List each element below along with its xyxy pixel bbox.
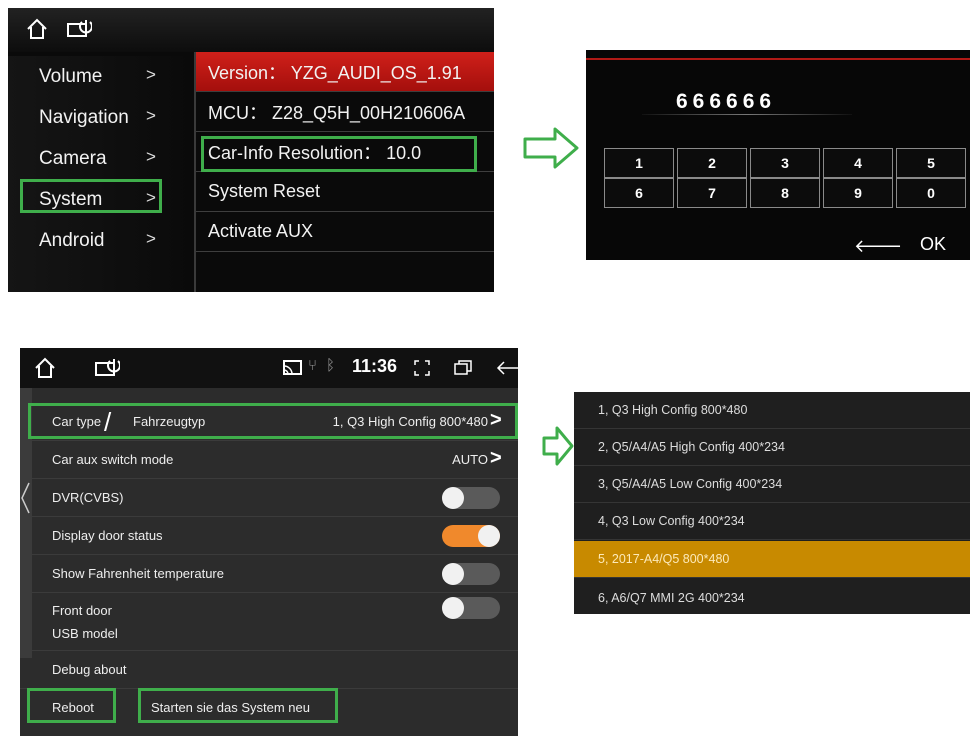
home-icon[interactable]	[25, 17, 49, 41]
header-line	[586, 58, 970, 60]
car-type-option[interactable]: 1, Q3 High Config 800*480	[574, 392, 970, 429]
key-6[interactable]: 6	[604, 178, 674, 208]
key-5[interactable]: 5	[896, 148, 966, 178]
setting-label: Front door	[52, 603, 112, 618]
fahrenheit-toggle[interactable]	[442, 563, 500, 585]
ok-button[interactable]: OK	[920, 234, 946, 255]
version-row: Version： YZG_AUDI_OS_1.91	[196, 52, 494, 92]
door-status-toggle[interactable]	[442, 525, 500, 547]
menu-item-label: Camera	[39, 147, 107, 169]
system-reset-row[interactable]: System Reset	[196, 172, 494, 212]
activate-aux-row[interactable]: Activate AUX	[196, 212, 494, 252]
pin-display: 666666	[676, 90, 777, 113]
cast-icon	[283, 360, 302, 375]
setting-label: Show Fahrenheit temperature	[52, 566, 224, 581]
menu-item-android[interactable]: Android >	[8, 220, 194, 261]
chevron-right-icon: >	[146, 229, 156, 248]
menu-item-volume[interactable]: Volume >	[8, 56, 194, 97]
key-4[interactable]: 4	[823, 148, 893, 178]
menu-item-label: Navigation	[39, 106, 129, 128]
setting-label: Display door status	[52, 528, 163, 543]
menu-item-label: Android	[39, 229, 105, 251]
menu-item-camera[interactable]: Camera >	[8, 138, 194, 179]
chevron-right-icon: >	[146, 106, 156, 125]
key-3[interactable]: 3	[750, 148, 820, 178]
car-type-option[interactable]: 4, Q3 Low Config 400*234	[574, 503, 970, 540]
clock: 11:36	[352, 356, 398, 376]
setting-car-aux-switch[interactable]: Car aux switch mode AUTO >	[20, 441, 518, 479]
setting-fahrenheit: Show Fahrenheit temperature	[20, 555, 518, 593]
screen-power-icon[interactable]	[94, 357, 120, 379]
setting-door-status: Display door status	[20, 517, 518, 555]
car-type-option[interactable]: 3, Q5/A4/A5 Low Config 400*234	[574, 466, 970, 503]
setting-label: Car aux switch mode	[52, 452, 174, 467]
recent-apps-icon[interactable]	[454, 360, 472, 376]
dvr-toggle[interactable]	[442, 487, 500, 509]
front-door-toggle[interactable]	[442, 597, 500, 619]
key-8[interactable]: 8	[750, 178, 820, 208]
key-9[interactable]: 9	[823, 178, 893, 208]
key-0[interactable]: 0	[896, 178, 966, 208]
pin-underline	[642, 114, 852, 115]
setting-value: AUTO	[452, 452, 488, 467]
mcu-text: MCU： Z28_Q5H_00H210606A	[208, 102, 466, 123]
highlight-car-type	[28, 403, 518, 439]
setting-debug-about[interactable]: Debug about	[20, 651, 518, 689]
car-type-option[interactable]: 2, Q5/A4/A5 High Config 400*234	[574, 429, 970, 466]
car-type-option-selected[interactable]: 5, 2017-A4/Q5 800*480	[574, 541, 970, 578]
setting-front-door: Front door USB model	[20, 593, 518, 651]
key-1[interactable]: 1	[604, 148, 674, 178]
setting-label: DVR(CVBS)	[52, 490, 124, 505]
mcu-row: MCU： Z28_Q5H_00H210606A	[196, 92, 494, 132]
backspace-button[interactable]: 🡐	[854, 236, 902, 257]
system-menu-screen: Volume > Navigation > Camera > System > …	[8, 8, 494, 292]
car-settings-screen: ⑂ ᛒ 11:36 Car type / Fahrzeugtyp 1, Q3 H…	[20, 348, 518, 736]
version-text: Version： YZG_AUDI_OS_1.91	[208, 62, 462, 83]
chevron-right-icon: >	[490, 447, 502, 469]
key-2[interactable]: 2	[677, 148, 747, 178]
arrow-right-icon	[542, 426, 574, 466]
highlight-car-info-resolution	[201, 136, 477, 172]
menu-item-label: Volume	[39, 65, 103, 87]
password-keypad-screen: 666666 1 2 3 4 5 6 7 8 9 0 🡐 OK	[586, 50, 970, 260]
home-icon[interactable]	[33, 356, 57, 380]
menu-item-navigation[interactable]: Navigation >	[8, 97, 194, 138]
setting-label-usb-model: USB model	[52, 626, 118, 641]
highlight-reboot-note	[138, 688, 338, 723]
system-menu-list: Volume > Navigation > Camera > System > …	[8, 56, 194, 292]
chevron-right-icon: >	[146, 65, 156, 84]
screenshot-icon[interactable]	[414, 360, 430, 376]
highlight-reboot	[27, 688, 116, 723]
back-icon[interactable]	[496, 360, 518, 376]
car-type-list: 1, Q3 High Config 800*480 2, Q5/A4/A5 Hi…	[574, 392, 970, 614]
system-reset-text: System Reset	[208, 181, 321, 201]
car-type-option[interactable]: 6, A6/Q7 MMI 2G 400*234	[574, 580, 970, 614]
screen-power-icon[interactable]	[66, 18, 92, 40]
setting-dvr: DVR(CVBS)	[20, 479, 518, 517]
chevron-right-icon: >	[146, 147, 156, 166]
arrow-right-icon	[523, 127, 579, 169]
highlight-system	[20, 179, 162, 213]
bluetooth-icon: ᛒ	[326, 357, 336, 374]
usb-icon: ⑂	[308, 357, 318, 374]
activate-aux-text: Activate AUX	[208, 221, 314, 241]
setting-label: Debug about	[52, 662, 127, 677]
key-7[interactable]: 7	[677, 178, 747, 208]
